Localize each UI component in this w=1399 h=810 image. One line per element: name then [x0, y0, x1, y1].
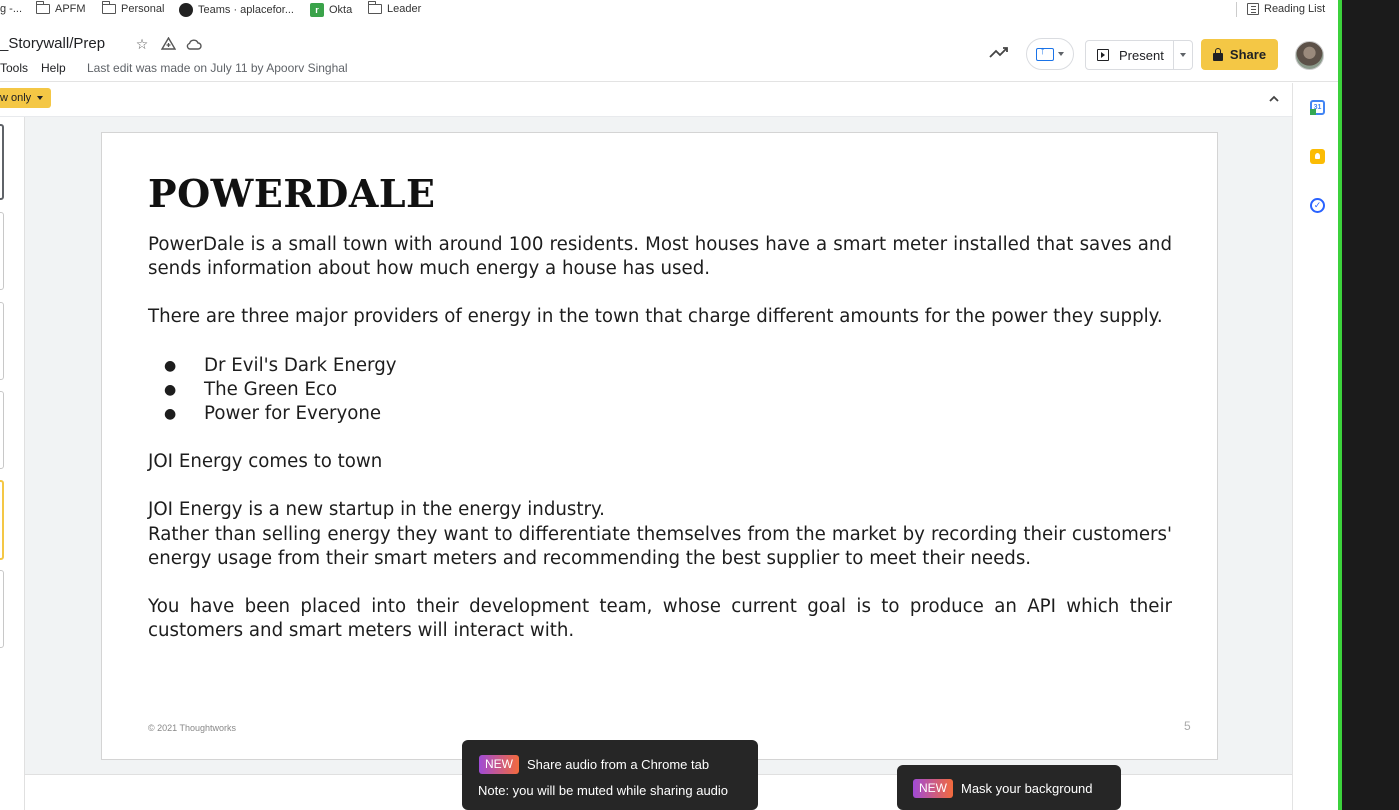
bookmark-label: Okta — [329, 4, 353, 16]
meet-present-button[interactable] — [1026, 38, 1074, 70]
star-icon[interactable]: ☆ — [134, 36, 150, 52]
reading-list-button[interactable]: Reading List — [1247, 3, 1325, 15]
slide-paragraph: JOI Energy is a new startup in the energ… — [148, 499, 605, 521]
desktop-edge — [1342, 0, 1399, 810]
view-only-button[interactable]: w only — [0, 88, 52, 108]
bookmark-apfm[interactable]: APFM — [36, 1, 86, 15]
bookmark-label: g -... — [0, 3, 23, 15]
bookmark-label: Leader — [387, 3, 422, 15]
slide-paragraph: PowerDale is a small town with around 10… — [148, 234, 1172, 280]
slide-canvas[interactable]: POWERDALE PowerDale is a small town with… — [101, 132, 1218, 760]
title-actions: ☆ — [134, 36, 202, 52]
bookmark-personal[interactable]: Personal — [102, 1, 165, 15]
present-button[interactable]: Present — [1086, 41, 1174, 69]
slide-title: POWERDALE — [148, 171, 436, 216]
slide-paragraph: Rather than selling energy they want to … — [148, 523, 1172, 569]
slide-paragraph: You have been placed into their developm… — [148, 596, 1172, 642]
new-badge: NEW — [913, 779, 953, 798]
chevron-down-icon — [1180, 53, 1186, 57]
slide-thumbnail[interactable] — [0, 124, 4, 200]
view-only-label: w only — [0, 92, 32, 104]
toast-title: Share audio from a Chrome tab — [527, 757, 710, 772]
slide-paragraph: JOI Energy comes to town — [148, 451, 383, 473]
calendar-day: 31 — [1313, 104, 1322, 111]
folder-icon — [36, 1, 50, 14]
present-label: Present — [1119, 47, 1164, 63]
present-options-button[interactable] — [1174, 53, 1192, 57]
document-title[interactable]: _Storywall/Prep — [0, 35, 105, 52]
toast-title: Mask your background — [961, 781, 1093, 796]
folder-icon — [102, 1, 116, 14]
cloud-status-icon[interactable] — [186, 36, 202, 52]
chevron-down-icon — [1058, 52, 1064, 56]
bookmark-leader[interactable]: Leader — [368, 1, 422, 15]
list-item: Dr Evil's Dark Energy — [148, 354, 1172, 378]
activity-dashboard-icon[interactable] — [988, 44, 1010, 60]
menu-tools[interactable]: Tools — [0, 61, 28, 75]
bookmark-teams[interactable]: Teams · aplacefor... — [179, 3, 294, 17]
bookmarks-bar: g -... APFM Personal Teams · aplacefor..… — [0, 0, 1340, 20]
bookmarks-divider — [1236, 2, 1237, 17]
bookmark-label: Teams · aplacefor... — [198, 4, 294, 16]
present-to-meet-icon — [1036, 45, 1054, 61]
share-audio-toast: NEW Share audio from a Chrome tab Note: … — [462, 740, 758, 810]
folder-icon — [368, 1, 382, 14]
slide-thumbnail[interactable] — [0, 212, 4, 290]
keep-icon[interactable] — [1310, 149, 1325, 164]
slide-thumbnail[interactable] — [0, 570, 4, 648]
slide-paragraph: There are three major providers of energ… — [148, 306, 1163, 328]
slide-thumbnail-active[interactable] — [0, 480, 4, 560]
reading-list-label: Reading List — [1264, 3, 1326, 15]
slide-thumbnail[interactable] — [0, 391, 4, 469]
slide-filmstrip — [0, 117, 25, 810]
share-label: Share — [1229, 47, 1267, 62]
app-header: _Storywall/Prep ☆ Tools Help Last edit w… — [0, 26, 1340, 82]
slide-thumbnail[interactable] — [0, 302, 4, 380]
github-icon — [179, 3, 193, 17]
calendar-icon[interactable]: 31 — [1310, 100, 1325, 115]
bookmark-label: Personal — [121, 3, 165, 15]
bookmark-item[interactable]: g -... — [0, 3, 22, 15]
mask-background-toast: NEW Mask your background — [897, 765, 1121, 810]
tasks-icon[interactable]: ✓ — [1310, 198, 1325, 213]
slide-body: PowerDale is a small town with around 10… — [148, 233, 1172, 643]
last-edit-link[interactable]: Last edit was made on July 11 by Apoorv … — [87, 61, 348, 75]
present-button-group: Present — [1085, 40, 1193, 70]
share-button[interactable]: Share — [1201, 39, 1278, 70]
screen: g -... APFM Personal Teams · aplacefor..… — [0, 0, 1399, 810]
slide-footer: © 2021 Thoughtworks — [148, 723, 237, 733]
bookmark-okta[interactable]: r Okta — [310, 3, 352, 17]
list-item: The Green Eco — [148, 378, 1172, 402]
slideshow-icon — [1097, 49, 1109, 61]
editor-workspace: POWERDALE PowerDale is a small town with… — [0, 117, 1292, 810]
toast-note: Note: you will be muted while sharing au… — [478, 783, 729, 798]
slide-number: 5 — [1184, 719, 1191, 733]
chevron-down-icon — [37, 96, 44, 100]
chevron-up-icon[interactable] — [1268, 93, 1280, 105]
side-panel: 31 ✓ — [1292, 83, 1340, 810]
menu-bar: Tools Help — [0, 61, 66, 75]
reading-list-icon — [1247, 3, 1259, 15]
avatar[interactable] — [1295, 41, 1324, 70]
menu-help[interactable]: Help — [41, 61, 66, 75]
provider-list: Dr Evil's Dark Energy The Green Eco Powe… — [148, 354, 1172, 427]
move-to-drive-icon[interactable] — [160, 36, 176, 52]
toolbar: w only — [0, 83, 1292, 117]
new-badge: NEW — [479, 755, 519, 774]
okta-icon: r — [310, 3, 324, 17]
list-item: Power for Everyone — [148, 402, 1172, 426]
bookmark-label: APFM — [55, 3, 86, 15]
lock-icon — [1212, 47, 1223, 61]
